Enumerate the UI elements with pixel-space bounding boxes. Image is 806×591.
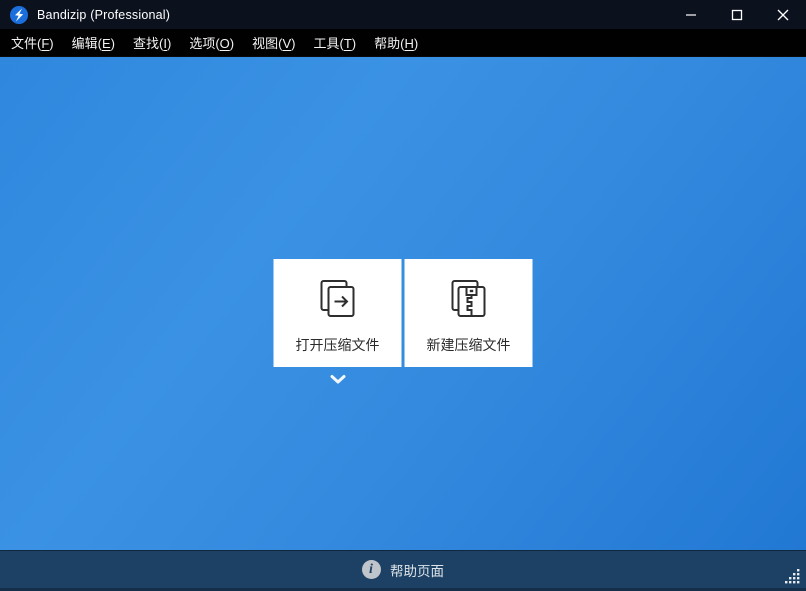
launch-pad: 打开压缩文件 新建压缩文件 (274, 259, 533, 385)
main-workspace: 打开压缩文件 新建压缩文件 (0, 57, 806, 550)
maximize-icon (731, 9, 743, 21)
statusbar-help-link[interactable]: i 帮助页面 (0, 550, 806, 591)
info-icon: i (362, 560, 381, 579)
open-archive-icon (315, 278, 361, 320)
menu-edit[interactable]: 编辑(E) (63, 28, 124, 57)
new-archive-icon (446, 278, 492, 320)
menu-file[interactable]: 文件(F) (2, 28, 63, 57)
window-title: Bandizip (Professional) (37, 8, 170, 22)
titlebar: Bandizip (Professional) (0, 0, 806, 29)
new-archive-label: 新建压缩文件 (427, 335, 511, 355)
minimize-button[interactable] (668, 0, 714, 29)
menu-options[interactable]: 选项(O) (180, 28, 243, 57)
open-archive-card[interactable]: 打开压缩文件 (274, 259, 402, 367)
recent-files-expander[interactable] (274, 374, 402, 385)
minimize-icon (685, 9, 697, 21)
menu-help[interactable]: 帮助(H) (365, 28, 427, 57)
resize-grip[interactable] (782, 569, 801, 585)
new-archive-card[interactable]: 新建压缩文件 (405, 259, 533, 367)
close-button[interactable] (760, 0, 806, 29)
menu-tools[interactable]: 工具(T) (304, 28, 365, 57)
bandizip-logo-icon (9, 5, 29, 25)
help-page-label: 帮助页面 (390, 560, 444, 580)
menubar: 文件(F) 编辑(E) 查找(I) 选项(O) 视图(V) 工具(T) 帮助(H… (0, 29, 806, 57)
maximize-button[interactable] (714, 0, 760, 29)
close-icon (777, 9, 789, 21)
menu-view[interactable]: 视图(V) (243, 28, 304, 57)
open-archive-label: 打开压缩文件 (296, 335, 380, 355)
menu-find[interactable]: 查找(I) (124, 28, 180, 57)
chevron-down-icon (329, 374, 346, 385)
